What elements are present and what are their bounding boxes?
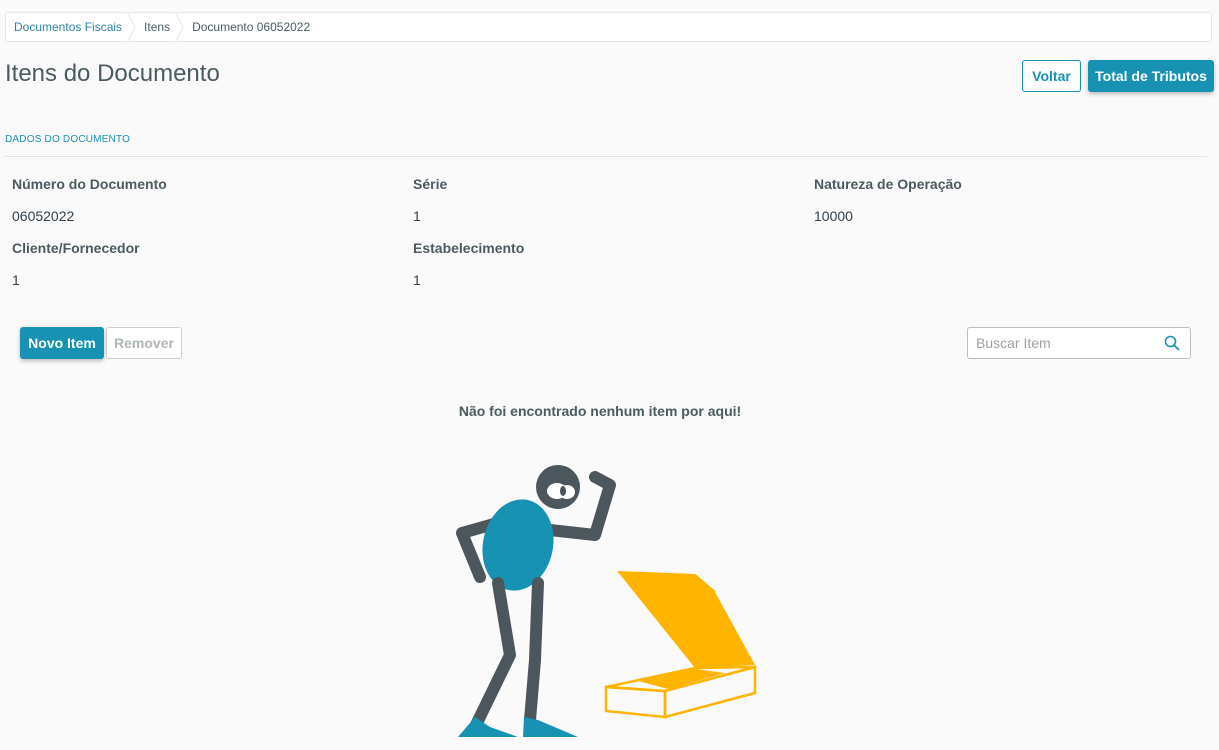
search-input[interactable] [968, 328, 1164, 358]
field-value-operation-nature: 10000 [814, 208, 853, 224]
breadcrumb: Documentos Fiscais Itens Documento 06052… [5, 12, 1212, 42]
breadcrumb-item-documentos-fiscais[interactable]: Documentos Fiscais [6, 13, 136, 41]
field-value-customer-supplier: 1 [12, 272, 20, 288]
open-box-icon [604, 571, 757, 719]
back-button[interactable]: Voltar [1022, 60, 1081, 92]
person-figure-icon [456, 465, 616, 737]
total-taxes-button[interactable]: Total de Tributos [1088, 60, 1214, 92]
field-label-customer-supplier: Cliente/Fornecedor [12, 240, 140, 256]
breadcrumb-item-current: Documento 06052022 [184, 13, 324, 41]
field-label-operation-nature: Natureza de Operação [814, 176, 962, 192]
breadcrumb-label[interactable]: Itens [144, 20, 170, 34]
section-title: DADOS DO DOCUMENTO [5, 134, 131, 145]
field-value-serie: 1 [413, 208, 421, 224]
breadcrumb-item-itens[interactable]: Itens [136, 13, 184, 41]
search-icon[interactable] [1164, 335, 1180, 351]
remove-button[interactable]: Remover [106, 327, 182, 359]
breadcrumb-label[interactable]: Documentos Fiscais [14, 20, 122, 34]
field-label-document-number: Número do Documento [12, 176, 167, 192]
new-item-button[interactable]: Novo Item [20, 327, 104, 359]
page-title: Itens do Documento [5, 60, 220, 87]
empty-state-illustration [456, 465, 757, 737]
field-label-establishment: Estabelecimento [413, 240, 525, 256]
field-label-serie: Série [413, 176, 448, 192]
empty-state-message: Não foi encontrado nenhum item por aqui! [458, 403, 742, 419]
field-value-document-number: 06052022 [12, 208, 75, 224]
search-field[interactable] [967, 327, 1191, 359]
field-value-establishment: 1 [413, 272, 421, 288]
breadcrumb-label: Documento 06052022 [192, 20, 311, 34]
section-divider [5, 156, 1207, 157]
